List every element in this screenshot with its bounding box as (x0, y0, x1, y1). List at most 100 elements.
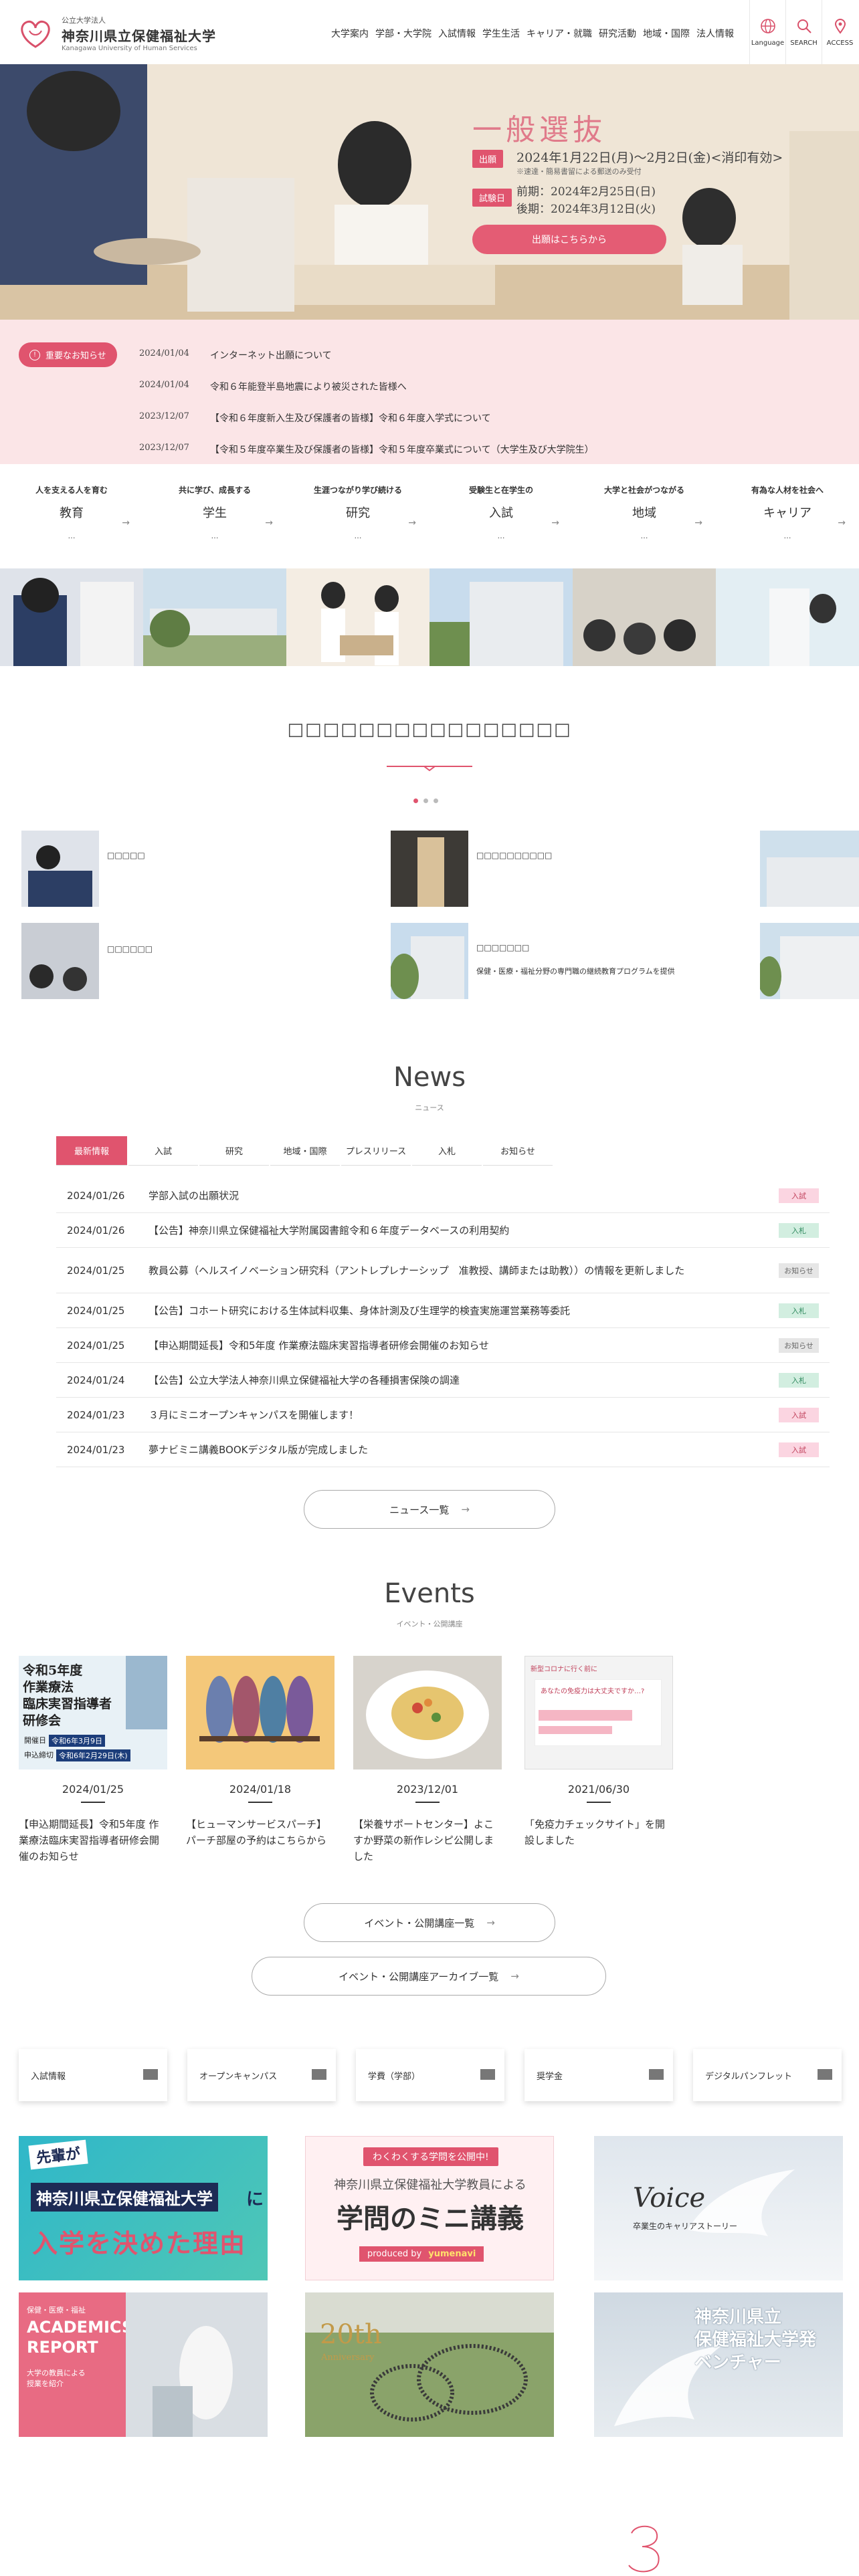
news-date: 2024/01/24 (67, 1374, 125, 1386)
feature-thumb[interactable] (760, 923, 859, 999)
news-text: ３月にミニオープンキャンパスを開催します！ (149, 1408, 359, 1421)
banner-20th-anniversary[interactable]: 20th Anniversary (305, 2292, 554, 2437)
news-tab-latest[interactable]: 最新情報 (56, 1136, 127, 1166)
site-logo[interactable]: 公立大学法人 神奈川県立保健福祉大学 Kanagawa University o… (16, 15, 216, 52)
event-text[interactable]: 【ヒューマンサービスパーチ】パーチ部屋の予約はこちらから (186, 1816, 335, 1848)
banner3-sub: 卒業生のキャリアストーリー (633, 2222, 738, 2231)
map-pin-icon (834, 18, 846, 34)
news-row[interactable]: 2024/01/23 ３月にミニオープンキャンパスを開催します！ 入試 (56, 1398, 830, 1432)
news-tab-bids[interactable]: 入札 (412, 1136, 482, 1166)
poster-title: 令和5年度 作業療法 臨床実習指導者 研修会 (23, 1663, 112, 1728)
news-category-badge: 入札 (779, 1372, 819, 1388)
notice-item[interactable]: 2023/12/07 【令和６年度新入生及び保護者の皆様】令和６年度入学式について (139, 411, 491, 425)
feature-label[interactable]: □□□□□ (107, 851, 145, 860)
logo-university-name: 神奈川県立保健福祉大学 (62, 28, 216, 44)
news-tab-admissions[interactable]: 入試 (128, 1136, 198, 1166)
hero-photo (0, 64, 859, 320)
feature-thumb[interactable] (21, 831, 99, 907)
event-image-perch[interactable] (186, 1656, 335, 1769)
notice-item[interactable]: 2023/12/07 【令和５年度卒業生及び保護者の皆様】令和５年度卒業式について… (139, 443, 594, 456)
news-text: 【公告】公立大学法人神奈川県立保健福祉大学の各種損害保険の調達 (149, 1374, 460, 1386)
concept-link-education[interactable]: 人を支える人を育む 教育… → (0, 484, 143, 563)
banner-mini-lecture[interactable]: わくわくする学問を公開中! 神奈川県立保健福祉大学教員による 学問のミニ講義 p… (305, 2136, 554, 2280)
nav-item-community[interactable]: 地域・国際 (640, 27, 693, 40)
news-date: 2024/01/25 (67, 1264, 125, 1277)
carousel-dots[interactable] (413, 798, 438, 803)
feature-label[interactable]: □□□□□□ (107, 944, 153, 954)
concept-link-community[interactable]: 大学と社会がつながる 地域… → (573, 484, 716, 563)
carousel-dot[interactable] (434, 798, 438, 803)
news-tab-research[interactable]: 研究 (199, 1136, 269, 1166)
nav-item-admissions[interactable]: 入試情報 (435, 27, 479, 40)
nav-item-campus-life[interactable]: 学生生活 (479, 27, 523, 40)
news-tab-press[interactable]: プレスリリース (341, 1136, 411, 1166)
quicklink-pamphlet[interactable]: デジタルパンフレット (693, 2049, 842, 2101)
event-text[interactable]: 【栄養サポートセンター】よこすか野菜の新作レシピ公開しました (353, 1816, 502, 1864)
event-image-ot-seminar[interactable]: 令和5年度 作業療法 臨床実習指導者 研修会 開催日 令和6年3月9日 申込締切 令和6年… (19, 1656, 167, 1769)
concept-heading: 有為な人材を社会へ (751, 486, 824, 495)
access-button[interactable]: ACCESS (822, 0, 858, 64)
news-tab-community[interactable]: 地域・国際 (270, 1136, 340, 1166)
language-button[interactable]: Language (749, 0, 785, 64)
banner6-line2: 保健福祉大学発 (694, 2330, 817, 2350)
external-arrow-icon (649, 2069, 664, 2080)
news-tab-notices[interactable]: お知らせ (483, 1136, 553, 1166)
quicklink-admissions[interactable]: 入試情報 (19, 2049, 167, 2101)
notice-date: 2023/12/07 (139, 411, 189, 421)
event-text[interactable]: 【申込期間延長】令和5年度 作業療法臨床実習指導者研修会開催のお知らせ (19, 1816, 167, 1864)
globe-icon (760, 18, 775, 33)
news-list-button[interactable]: ニュース一覧 → (304, 1490, 555, 1529)
event-archive-button[interactable]: イベント・公開講座アーカイブ一覧 → (252, 1957, 606, 1996)
news-date: 2024/01/23 (67, 1443, 125, 1456)
carousel-dot-active[interactable] (413, 798, 418, 803)
notice-item[interactable]: 2024/01/04 令和６年能登半島地震により被災された皆様へ (139, 380, 407, 393)
news-row[interactable]: 2024/01/25 教員公募（ヘルスイノベーション研究科（アントレプレナーシップ… (56, 1248, 830, 1293)
nav-item-career[interactable]: キャリア・就職 (523, 27, 595, 40)
hero-banner[interactable]: 一般選抜 出願 2024年1月22日(月)～2月2日(金)<消印有効> ※速達・… (0, 64, 859, 320)
feature-thumb[interactable] (391, 923, 468, 999)
feature-label[interactable]: □□□□□□□ (476, 943, 529, 952)
notice-item[interactable]: 2024/01/04 インターネット出願について (139, 348, 332, 362)
news-text: 学部入試の出願状況 (149, 1189, 240, 1202)
concept-link-career[interactable]: 有為な人材を社会へ キャリア… → (716, 484, 859, 563)
news-row[interactable]: 2024/01/25 【申込期間延長】令和5年度 作業療法臨床実習指導者研修会開催… (56, 1328, 830, 1363)
event-list-button[interactable]: イベント・公開講座一覧 → (304, 1903, 555, 1942)
news-row[interactable]: 2024/01/26 学部入試の出願状況 入試 (56, 1178, 830, 1213)
feature-thumb[interactable] (760, 831, 859, 907)
event-date: 2023/12/01 (396, 1783, 459, 1796)
news-row[interactable]: 2024/01/24 【公告】公立大学法人神奈川県立保健福祉大学の各種損害保険の調… (56, 1363, 830, 1398)
feature-description: 保健・医療・福祉分野の専門職の継続教育プログラムを提供 (476, 967, 675, 976)
hero-tag-application: 出願 (472, 150, 504, 168)
feature-label[interactable]: □□□□□□□□□□ (476, 851, 552, 860)
carousel-dot[interactable] (423, 798, 428, 803)
event-image-recipe[interactable] (353, 1656, 502, 1769)
news-row[interactable]: 2024/01/23 夢ナビミニ講義BOOKデジタル版が完成しました 入試 (56, 1432, 830, 1467)
feature-thumb[interactable] (391, 831, 468, 907)
nav-item-corporation[interactable]: 法人情報 (693, 27, 737, 40)
banner-voice[interactable]: Voice 卒業生のキャリアストーリー (594, 2136, 843, 2280)
feature-thumb[interactable] (21, 923, 99, 999)
nav-item-faculties[interactable]: 学部・大学院 (372, 27, 435, 40)
banner-why-chose[interactable]: 先輩が 神奈川県立保健福祉大学 に 入学を決めた理由 (19, 2136, 268, 2280)
banner4-photo (126, 2292, 268, 2437)
nav-item-about[interactable]: 大学案内 (328, 27, 372, 40)
hero-apply-button[interactable]: 出願はこちらから (472, 225, 666, 254)
quicklink-open-campus[interactable]: オープンキャンパス (187, 2049, 336, 2101)
arrow-right-icon: → (408, 518, 416, 528)
banner-academics-report[interactable]: 保健・医療・福祉 ACADEMICS REPORT 大学の教員による 授業を紹介 (19, 2292, 268, 2437)
banner-venture[interactable]: 神奈川県立 保健福祉大学発 ベンチャー (594, 2292, 843, 2437)
concept-link-research[interactable]: 生涯つながり学び続ける 研究… → (286, 484, 430, 563)
notice-date: 2023/12/07 (139, 443, 189, 453)
event-text[interactable]: 「免疫力チェックサイト」を開設しました (524, 1816, 673, 1848)
nav-item-research[interactable]: 研究活動 (595, 27, 640, 40)
alert-icon: ! (29, 349, 40, 360)
event-image-immunity[interactable]: 新型コロナに行く前に あなたの免疫力は大丈夫ですか…? (524, 1656, 673, 1769)
news-row[interactable]: 2024/01/25 【公告】コホート研究における生体試料収集、身体計測及び生理学… (56, 1293, 830, 1328)
event-divider (415, 1802, 440, 1803)
search-button[interactable]: SEARCH (785, 0, 822, 64)
news-row[interactable]: 2024/01/26 【公告】神奈川県立保健福祉大学附属図書館令和６年度データベー… (56, 1213, 830, 1248)
quicklink-scholarship[interactable]: 奨学金 (524, 2049, 673, 2101)
concept-link-students[interactable]: 共に学び、成長する 学生… → (143, 484, 286, 563)
quicklink-tuition[interactable]: 学費（学部） (356, 2049, 504, 2101)
concept-link-admissions[interactable]: 受験生と在学生の 入試… → (430, 484, 573, 563)
